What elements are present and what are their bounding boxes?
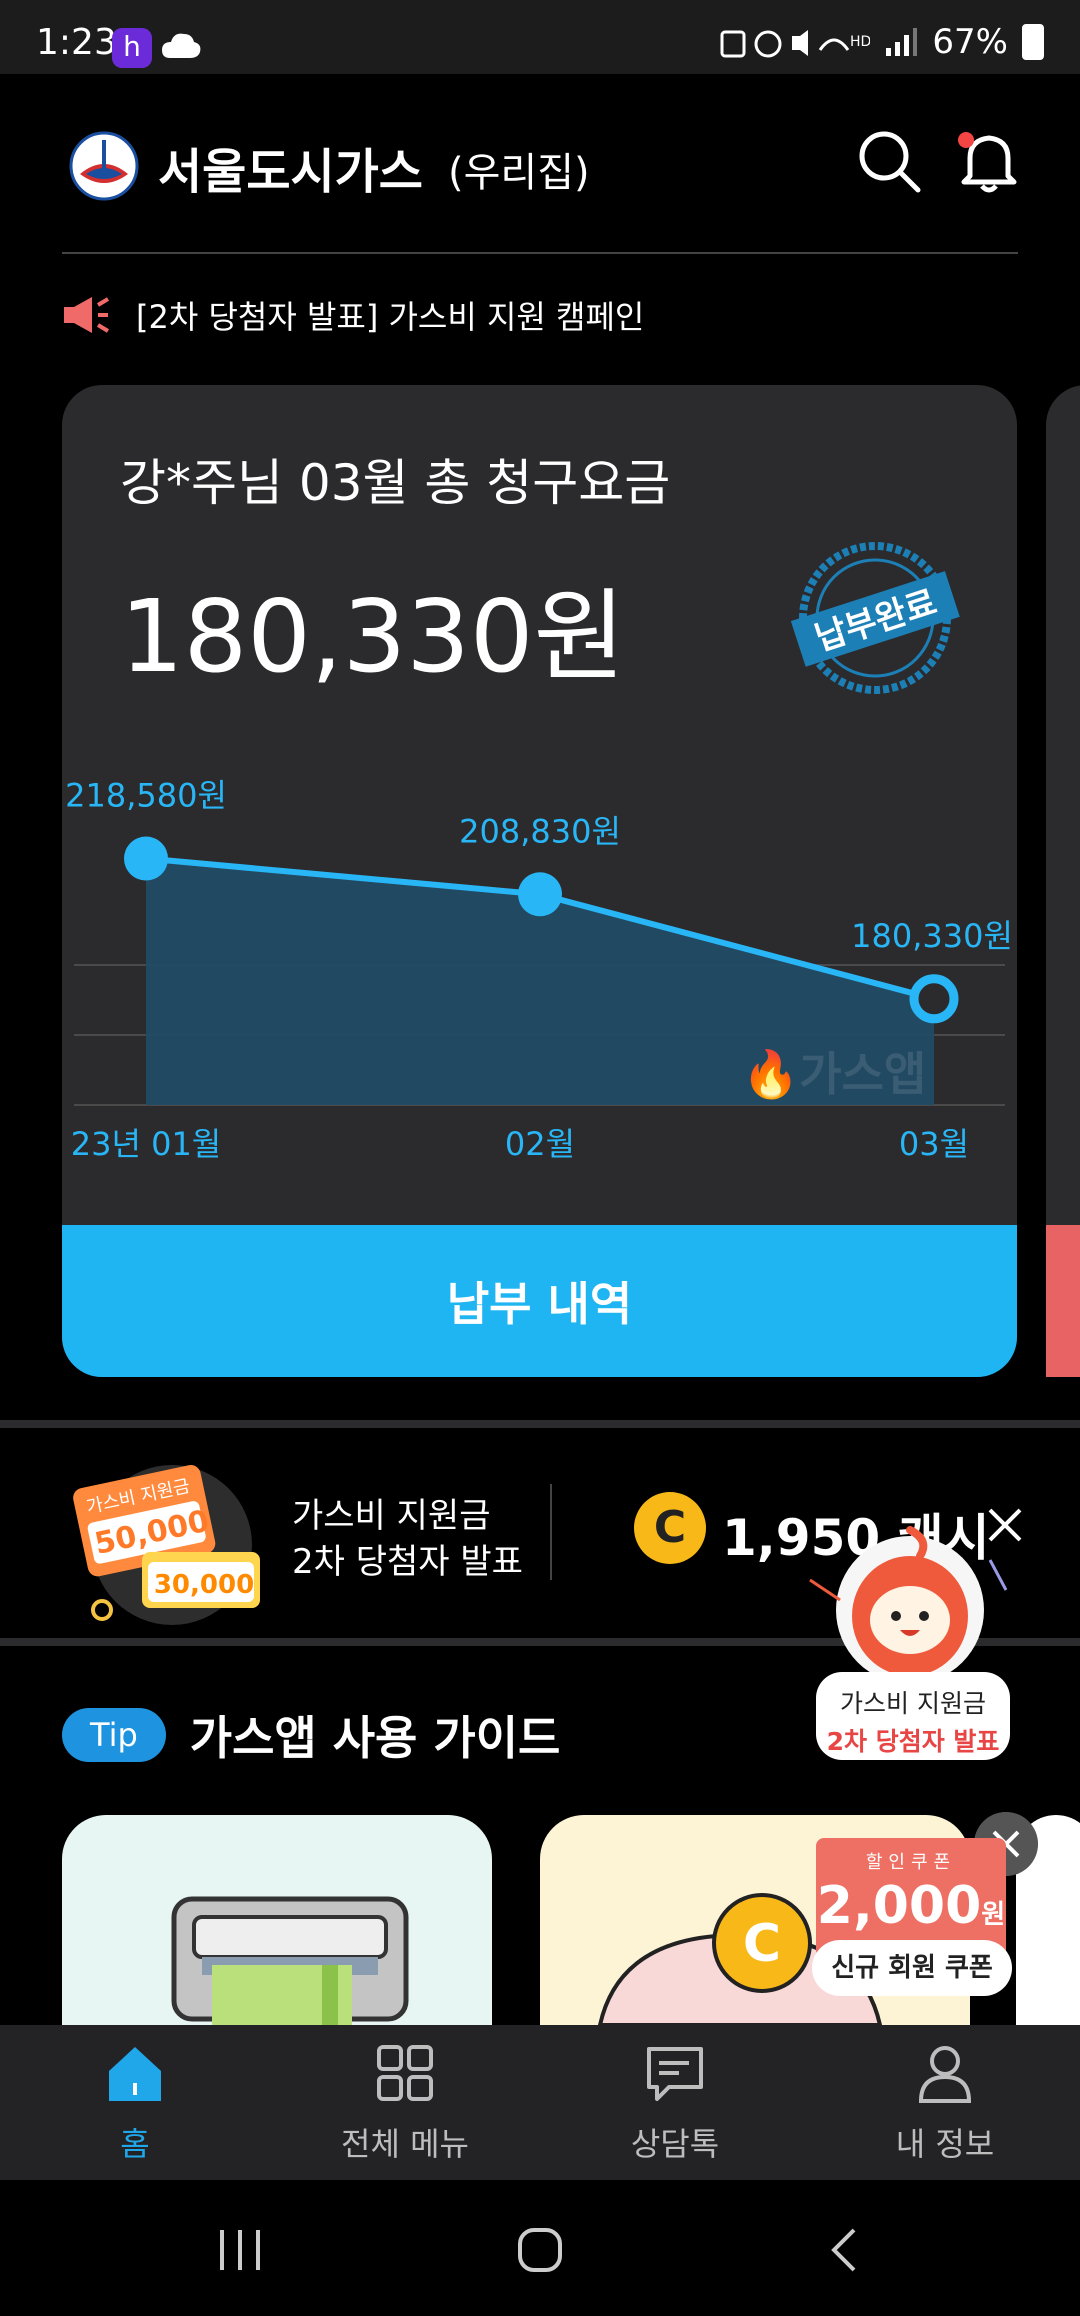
wifi-icon: HD [720, 30, 870, 58]
tip-badge: Tip [62, 1708, 166, 1762]
coupon-amount-value: 2,000 [816, 1876, 982, 1936]
home-icon [109, 2046, 161, 2101]
megaphone-icon [64, 297, 110, 333]
promo-line-2: 2차 당첨자 발표 [292, 1542, 523, 1582]
chart-watermark: 🔥가스앱 [742, 1047, 926, 1101]
nav-home-label: 홈 [120, 2124, 150, 2163]
coupon-label[interactable]: 신규 회원 쿠폰 [812, 1940, 1012, 1996]
chat-icon [647, 2046, 703, 2101]
mascot-banner-label[interactable]: 가스비 지원금 2차 당첨자 발표 [816, 1672, 1010, 1760]
nav-home[interactable]: 홈 [0, 2025, 270, 2180]
guide-card-autopay[interactable] [62, 1815, 492, 2025]
home-button-icon[interactable] [510, 2220, 570, 2280]
x-tick-label: 02월 [505, 1125, 575, 1163]
bill-amount: 180,330원 [120, 578, 626, 695]
nav-all-menu-label: 전체 메뉴 [341, 2124, 469, 2163]
user-icon [918, 2045, 972, 2103]
promo-image-amount-2: 30,000 [154, 1570, 254, 1600]
brand-subtitle[interactable]: (우리집) [448, 140, 590, 198]
back-icon[interactable] [816, 2220, 876, 2280]
payment-history-button[interactable]: 납부 내역 [62, 1225, 1017, 1377]
data-label: 180,330원 [851, 917, 1013, 955]
svg-text:C: C [743, 1914, 781, 1974]
coupon-unit: 원 [981, 1900, 1006, 1930]
battery-icon [1022, 24, 1044, 60]
status-time: 1:23 [36, 22, 117, 63]
atm-card-icon [171, 1896, 409, 2025]
tip-header: Tip 가스앱 사용 가이드 [62, 1700, 560, 1770]
seoul-gas-logo-icon [69, 131, 139, 201]
recent-apps-icon[interactable] [210, 2220, 270, 2280]
header-divider [62, 252, 1018, 254]
battery-percent: 67% [932, 22, 1008, 62]
nav-my-info[interactable]: 내 정보 [810, 2025, 1080, 2180]
status-right: HD 67% [720, 22, 1044, 62]
bill-label: 강*주님 03월 총 청구요금 [120, 454, 671, 512]
data-point [909, 974, 959, 1024]
data-label: 218,580원 [65, 777, 227, 815]
subsidy-promo-image: 가스비 지원금 50,000 30,000 [73, 1464, 260, 1625]
mascot-banner-line-2: 2차 당첨자 발표 [826, 1727, 1000, 1756]
nav-my-info-label: 내 정보 [895, 2124, 995, 2163]
notice-banner[interactable]: [2차 당첨자 발표] 가스비 지원 캠페인 [62, 290, 644, 340]
next-card-peek-button[interactable] [1046, 1225, 1080, 1377]
notice-text: [2차 당첨자 발표] 가스비 지원 캠페인 [136, 298, 645, 336]
promo-line-1: 가스비 지원금 [292, 1496, 491, 1536]
signal-icon [886, 28, 918, 56]
nav-chat-label: 상담톡 [630, 2124, 720, 2163]
nav-chat[interactable]: 상담톡 [540, 2025, 810, 2180]
mascot-banner-line-1: 가스비 지원금 [840, 1689, 986, 1718]
data-label: 208,830원 [459, 812, 621, 850]
cloud-icon [162, 33, 201, 58]
nav-all-menu[interactable]: 전체 메뉴 [270, 2025, 540, 2180]
app-notification-icon: h [112, 28, 152, 68]
grid-icon [377, 2044, 433, 2101]
app-header: 서울도시가스 (우리집) [0, 74, 1080, 254]
coupon-amount: 2,000원 [816, 1876, 1006, 1936]
x-tick-label: 03월 [899, 1125, 969, 1163]
paid-stamp-icon: 납부완료 [790, 542, 960, 694]
section-separator [0, 1420, 1080, 1428]
bill-trend-chart: 🔥가스앱 218,580원 23년 01월 208,830원 02월 180,330원 03… [65, 777, 1013, 1163]
status-bar: 1:23 h HD 67% [0, 0, 1080, 74]
promo-divider [550, 1484, 552, 1580]
bottom-nav: 홈 전체 메뉴 상담톡 내 정보 [0, 2025, 1080, 2180]
data-point [124, 836, 168, 881]
bell-icon[interactable] [954, 126, 1024, 196]
cash-coin-icon: C [634, 1492, 706, 1564]
data-point [518, 872, 562, 917]
search-icon[interactable] [854, 126, 924, 196]
x-tick-label: 23년 01월 [71, 1125, 222, 1163]
system-nav-bar [0, 2180, 1080, 2316]
brand-title: 서울도시가스 [158, 144, 423, 200]
bill-card[interactable]: 강*주님 03월 총 청구요금 180,330원 납부완료 🔥가스앱 218,58… [62, 385, 1017, 1377]
tip-title: 가스앱 사용 가이드 [189, 1711, 561, 1765]
svg-text:HD: HD [850, 34, 870, 50]
coupon-top-label: 할인쿠폰 [865, 1852, 957, 1873]
